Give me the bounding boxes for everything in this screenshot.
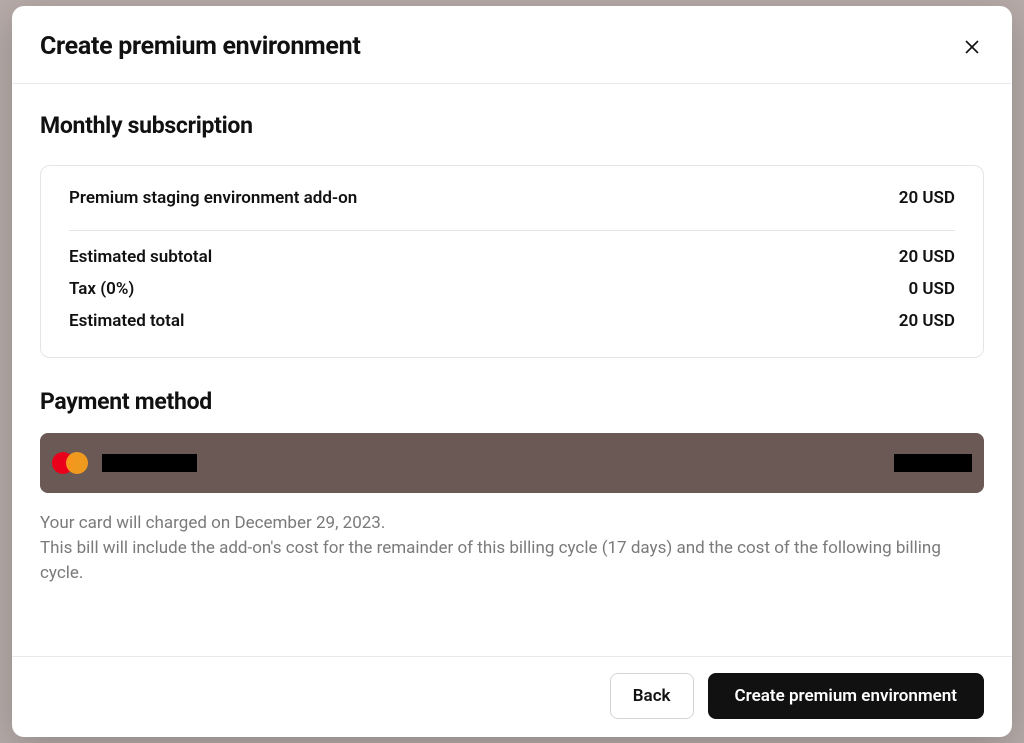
- line-item-price: 20 USD: [899, 188, 955, 208]
- mastercard-icon: [52, 451, 88, 475]
- create-premium-environment-button[interactable]: Create premium environment: [708, 673, 984, 719]
- line-item-price: 0 USD: [908, 279, 955, 299]
- card-number-redacted: [102, 454, 197, 472]
- close-button[interactable]: [960, 35, 984, 59]
- modal-body: Monthly subscription Premium staging env…: [12, 84, 1012, 656]
- subscription-heading: Monthly subscription: [40, 112, 984, 139]
- card-detail-redacted: [894, 454, 972, 472]
- close-icon: [964, 39, 980, 55]
- back-button[interactable]: Back: [610, 673, 694, 719]
- line-item-label: Premium staging environment add-on: [69, 188, 357, 208]
- line-item-price: 20 USD: [899, 247, 955, 267]
- modal-footer: Back Create premium environment: [12, 656, 1012, 737]
- line-item-label: Estimated subtotal: [69, 247, 212, 267]
- line-item-label: Tax (0%): [69, 279, 134, 299]
- line-item-tax: Tax (0%) 0 USD: [69, 279, 955, 299]
- create-premium-environment-modal: Create premium environment Monthly subsc…: [12, 6, 1012, 737]
- payment-heading: Payment method: [40, 388, 984, 415]
- line-item-addon: Premium staging environment add-on 20 US…: [69, 188, 955, 208]
- modal-header: Create premium environment: [12, 6, 1012, 84]
- billing-summary: Premium staging environment add-on 20 US…: [40, 165, 984, 358]
- line-item-subtotal: Estimated subtotal 20 USD: [69, 247, 955, 267]
- payment-card-row: [40, 433, 984, 493]
- line-item-label: Estimated total: [69, 311, 184, 331]
- modal-title: Create premium environment: [40, 32, 361, 61]
- billing-note: Your card will charged on December 29, 2…: [40, 511, 984, 586]
- divider: [69, 230, 955, 231]
- line-item-price: 20 USD: [899, 311, 955, 331]
- line-item-total: Estimated total 20 USD: [69, 311, 955, 331]
